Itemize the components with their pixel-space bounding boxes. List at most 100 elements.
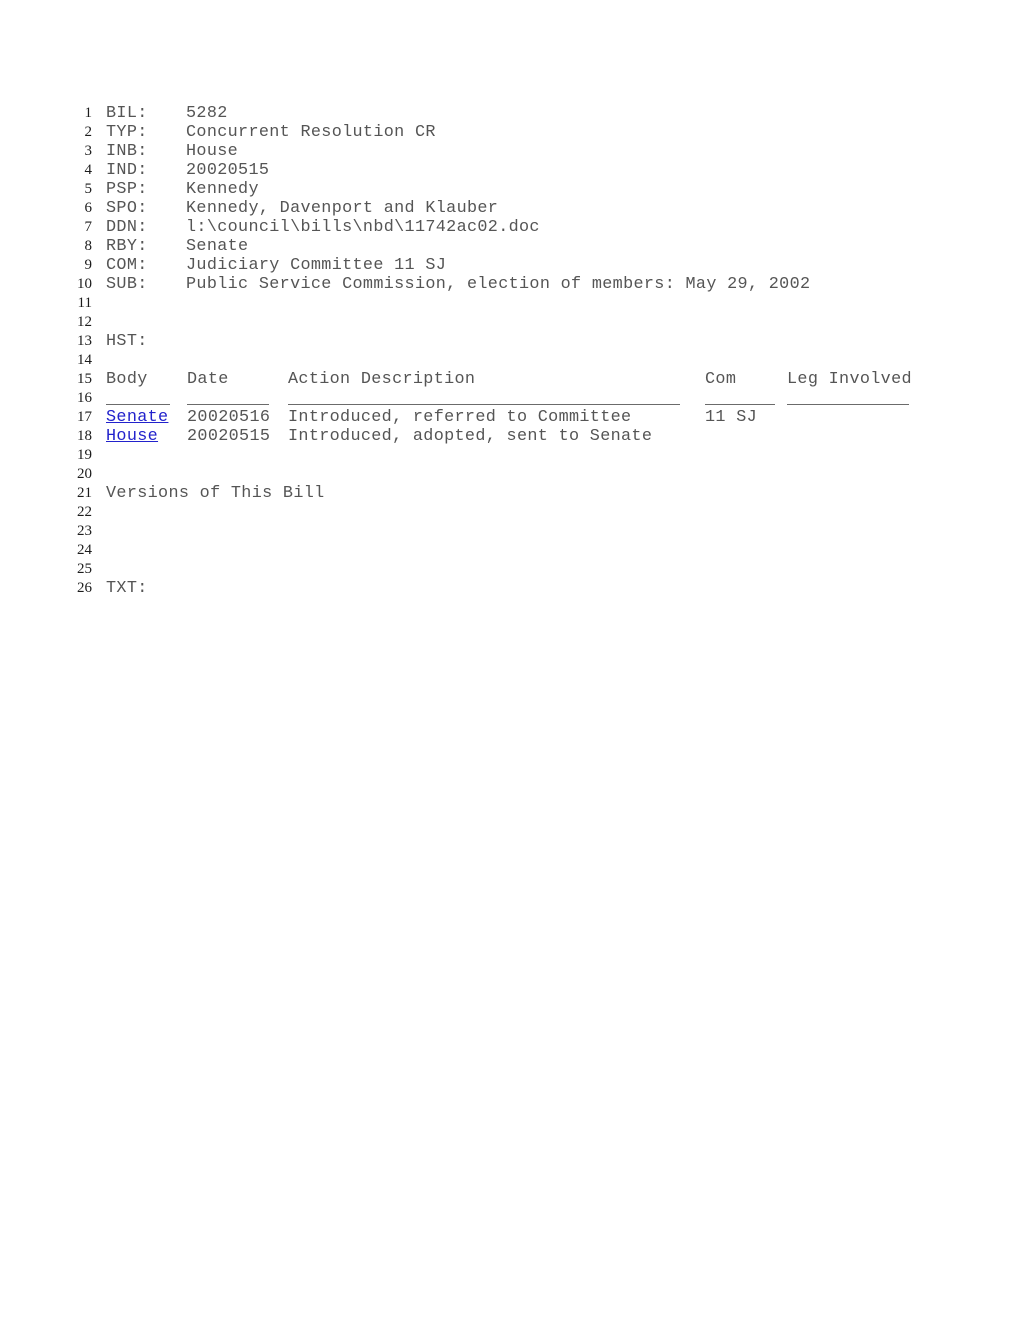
field-row-ind: IND: 20020515 bbox=[106, 161, 269, 180]
field-value: l:\council\bills\nbd\11742ac02.doc bbox=[186, 218, 540, 237]
field-label: INB: bbox=[106, 142, 148, 161]
body-link-house[interactable]: House bbox=[106, 427, 158, 446]
field-row-typ: TYP: Concurrent Resolution CR bbox=[106, 123, 436, 142]
history-table-separator-row: 16 bbox=[0, 389, 1020, 408]
record-line-blank: 12 bbox=[0, 313, 1020, 332]
history-section-heading: HST: bbox=[106, 332, 148, 351]
line-number: 17 bbox=[77, 409, 92, 425]
record-line: 1 BIL: 5282 bbox=[0, 104, 1020, 123]
line-number: 25 bbox=[77, 561, 92, 577]
history-table-row: 17 Senate 20020516 Introduced, referred … bbox=[0, 408, 1020, 427]
field-value: Kennedy, Davenport and Klauber bbox=[186, 199, 499, 218]
record-line: 5 PSP: Kennedy bbox=[0, 180, 1020, 199]
line-number: 2 bbox=[84, 124, 93, 140]
field-value: House bbox=[186, 142, 239, 161]
line-number: 6 bbox=[84, 200, 93, 216]
cell-date: 20020515 bbox=[187, 427, 271, 446]
text-section-heading: TXT: bbox=[106, 579, 148, 598]
field-row-sub: SUB: Public Service Commission, election … bbox=[106, 275, 810, 294]
line-number: 12 bbox=[77, 314, 92, 330]
field-row-spo: SPO: Kennedy, Davenport and Klauber bbox=[106, 199, 498, 218]
cell-action: Introduced, adopted, sent to Senate bbox=[288, 427, 653, 446]
record-line-blank: 24 bbox=[0, 541, 1020, 560]
field-value: Senate bbox=[186, 237, 249, 256]
line-number: 3 bbox=[84, 143, 93, 159]
record-line-blank: 20 bbox=[0, 465, 1020, 484]
column-header-body: Body bbox=[106, 370, 148, 389]
bill-record-listing: 1 BIL: 5282 2 TYP: Concurrent Resolution C… bbox=[0, 104, 1020, 598]
field-value: Public Service Commission, election of m… bbox=[186, 275, 811, 294]
field-label: SUB: bbox=[106, 275, 148, 294]
field-label: COM: bbox=[106, 256, 148, 275]
field-row-com: COM: Judiciary Committee 11 SJ bbox=[106, 256, 446, 275]
field-row-rby: RBY: Senate bbox=[106, 237, 248, 256]
cell-date: 20020516 bbox=[187, 408, 271, 427]
line-number: 24 bbox=[77, 542, 92, 558]
line-number: 22 bbox=[77, 504, 92, 520]
record-line-blank: 23 bbox=[0, 522, 1020, 541]
record-line: 3 INB: House bbox=[0, 142, 1020, 161]
column-header-date: Date bbox=[187, 370, 229, 389]
record-line: 7 DDN: l:\council\bills\nbd\11742ac02.doc bbox=[0, 218, 1020, 237]
line-number: 21 bbox=[77, 485, 92, 501]
line-number: 1 bbox=[84, 105, 93, 121]
column-rule-action bbox=[288, 404, 680, 405]
line-number: 4 bbox=[84, 162, 93, 178]
document-page: 1 BIL: 5282 2 TYP: Concurrent Resolution C… bbox=[0, 0, 1020, 1320]
column-rule-date bbox=[187, 404, 269, 405]
column-rule-body bbox=[106, 404, 170, 405]
field-value: Judiciary Committee 11 SJ bbox=[186, 256, 447, 275]
line-number: 23 bbox=[77, 523, 92, 539]
history-table-header-row: 15 Body Date Action Description Com Leg … bbox=[0, 370, 1020, 389]
cell-com: 11 SJ bbox=[705, 408, 758, 427]
line-number: 14 bbox=[77, 352, 92, 368]
line-number: 7 bbox=[84, 219, 93, 235]
column-rule-leg bbox=[787, 404, 909, 405]
line-number: 18 bbox=[77, 428, 92, 444]
line-number: 15 bbox=[77, 371, 92, 387]
body-link-senate[interactable]: Senate bbox=[106, 408, 168, 427]
field-label: RBY: bbox=[106, 237, 148, 256]
record-line: 8 RBY: Senate bbox=[0, 237, 1020, 256]
record-line: 26 TXT: bbox=[0, 579, 1020, 598]
record-line-blank: 25 bbox=[0, 560, 1020, 579]
field-label: DDN: bbox=[106, 218, 148, 237]
record-line: 10 SUB: Public Service Commission, electi… bbox=[0, 275, 1020, 294]
history-table-row: 18 House 20020515 Introduced, adopted, s… bbox=[0, 427, 1020, 446]
record-line: 2 TYP: Concurrent Resolution CR bbox=[0, 123, 1020, 142]
column-header-action: Action Description bbox=[288, 370, 476, 389]
record-line-blank: 22 bbox=[0, 503, 1020, 522]
record-line: 6 SPO: Kennedy, Davenport and Klauber bbox=[0, 199, 1020, 218]
field-label: TYP: bbox=[106, 123, 148, 142]
line-number: 13 bbox=[77, 333, 92, 349]
field-label: SPO: bbox=[106, 199, 148, 218]
cell-body: Senate bbox=[106, 408, 168, 427]
field-value: 20020515 bbox=[186, 161, 270, 180]
record-line-blank: 11 bbox=[0, 294, 1020, 313]
field-value: Kennedy bbox=[186, 180, 259, 199]
column-header-leg: Leg Involved bbox=[787, 370, 912, 389]
record-line: 9 COM: Judiciary Committee 11 SJ bbox=[0, 256, 1020, 275]
field-label: PSP: bbox=[106, 180, 148, 199]
record-line: 4 IND: 20020515 bbox=[0, 161, 1020, 180]
line-number: 26 bbox=[77, 580, 92, 596]
field-value: Concurrent Resolution CR bbox=[186, 123, 436, 142]
column-rule-com bbox=[705, 404, 775, 405]
cell-body: House bbox=[106, 427, 158, 446]
line-number: 20 bbox=[77, 466, 92, 482]
line-number: 9 bbox=[84, 257, 93, 273]
line-number: 11 bbox=[77, 295, 92, 311]
field-value: 5282 bbox=[186, 104, 228, 123]
field-label: IND: bbox=[106, 161, 148, 180]
line-number: 10 bbox=[77, 276, 92, 292]
record-line-blank: 14 bbox=[0, 351, 1020, 370]
line-number: 8 bbox=[84, 238, 93, 254]
field-row-inb: INB: House bbox=[106, 142, 238, 161]
record-line-blank: 19 bbox=[0, 446, 1020, 465]
column-header-com: Com bbox=[705, 370, 737, 389]
line-number: 5 bbox=[84, 181, 93, 197]
field-row-bil: BIL: 5282 bbox=[106, 104, 228, 123]
field-label: BIL: bbox=[106, 104, 148, 123]
record-line: 13 HST: bbox=[0, 332, 1020, 351]
line-number: 16 bbox=[77, 390, 92, 406]
